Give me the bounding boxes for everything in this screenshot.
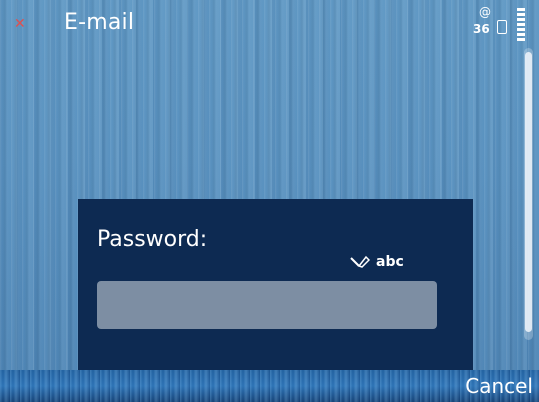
close-icon[interactable]: ✕ — [14, 14, 26, 34]
password-label: Password: — [97, 227, 208, 252]
signal-icon — [517, 8, 525, 44]
cancel-softkey[interactable]: Cancel — [465, 374, 533, 398]
softkey-bar: Cancel — [0, 370, 539, 402]
password-dialog: Password: abc — [78, 199, 473, 370]
status-icons: @ 36 — [469, 6, 529, 46]
scrollbar[interactable] — [524, 48, 533, 340]
pen-icon — [350, 255, 370, 268]
network-icon: 36 — [473, 22, 490, 36]
at-icon: @ — [479, 5, 491, 19]
status-bar: ✕ E-mail @ 36 — [0, 0, 539, 48]
lock-icon — [497, 20, 507, 34]
scroll-thumb[interactable] — [525, 52, 532, 332]
password-field[interactable] — [97, 281, 437, 329]
app-title: E-mail — [64, 10, 135, 35]
input-mode-text: abc — [376, 254, 404, 270]
input-mode-indicator: abc — [350, 254, 404, 270]
